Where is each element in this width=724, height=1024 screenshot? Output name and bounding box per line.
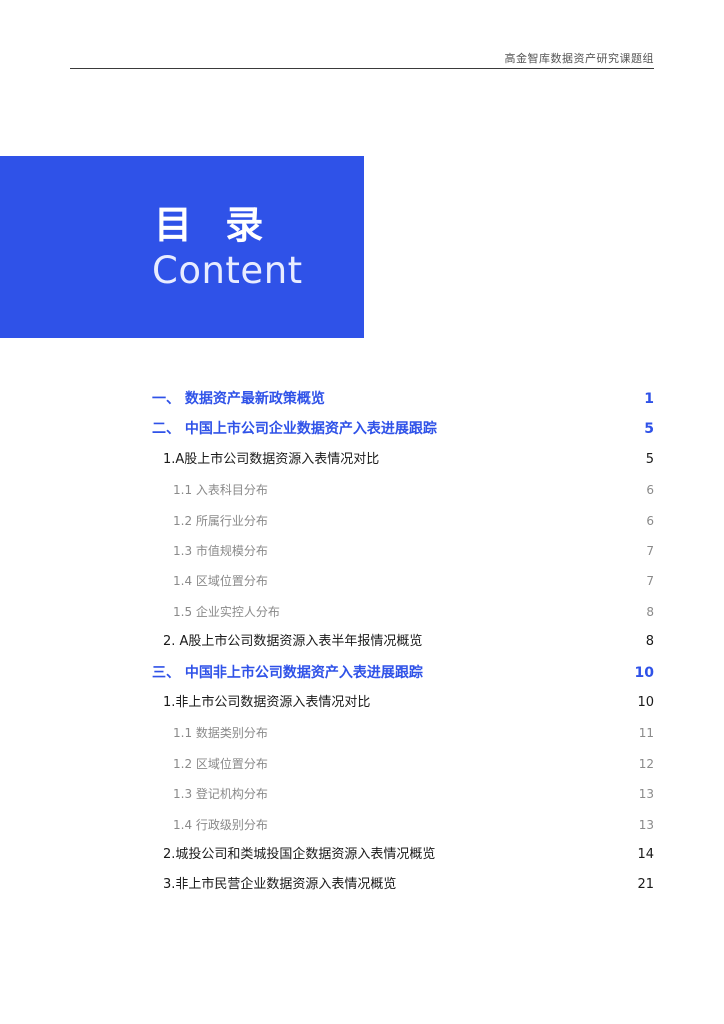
toc-entry-label: 3.非上市民营企业数据资源入表情况概览 [163,877,397,893]
toc-entry[interactable]: 1.4 行政级别分布 13 [0,810,724,840]
toc-entry-page-number: 7 [646,544,654,558]
toc-entry-page-number: 7 [646,574,654,589]
toc-entry[interactable]: 2. A股上市公司数据资源入表半年报情况概览 8 [0,627,724,657]
page-title: 目 录 [154,203,274,247]
toc-entry-page-number: 8 [645,634,654,650]
toc-entry-page-number: 6 [646,513,654,528]
toc-entry[interactable]: 三、 中国非上市公司数据资产入表进展跟踪 10 [0,658,724,688]
toc-entry-page-number: 21 [637,877,654,893]
toc-entry[interactable]: 1.非上市公司数据资源入表情况对比 10 [0,688,724,718]
header-divider [70,68,654,69]
toc-entry[interactable]: 1.3 登记机构分布 13 [0,779,724,809]
toc-entry-page-number: 8 [646,604,654,619]
toc-entry-label: 1.2 区域位置分布 [173,756,268,771]
toc-entry[interactable]: 1.1 数据类别分布 11 [0,718,724,748]
toc-entry-label: 1.1 入表科目分布 [173,483,268,498]
toc-entry-label: 二、 中国上市公司企业数据资产入表进展跟踪 [152,421,437,438]
toc-entry[interactable]: 1.A股上市公司数据资源入表情况对比 5 [0,445,724,475]
toc-entry-page-number: 10 [637,695,654,710]
toc-entry-page-number: 13 [638,787,654,802]
toc-entry[interactable]: 1.4 区域位置分布 7 [0,566,724,596]
toc-entry-page-number: 13 [638,817,654,832]
toc-entry-label: 1.4 区域位置分布 [173,574,268,589]
toc-entry[interactable]: 1.2 区域位置分布 12 [0,749,724,779]
toc-entry-label: 2. A股上市公司数据资源入表半年报情况概览 [163,634,423,650]
toc-entry-label: 2.城投公司和类城投国企数据资源入表情况概览 [163,847,436,862]
toc-entry-label: 1.非上市公司数据资源入表情况对比 [163,695,371,710]
toc-entry-label: 一、 数据资产最新政策概览 [152,391,325,407]
title-block [0,156,364,338]
toc-entry-page-number: 6 [646,483,654,498]
toc-entry-label: 1.3 登记机构分布 [173,787,268,802]
toc-entry-label: 1.3 市值规模分布 [173,544,268,558]
toc-entry-page-number: 12 [638,756,654,771]
toc-entry[interactable]: 二、 中国上市公司企业数据资产入表进展跟踪 5 [0,414,724,444]
toc-entry[interactable]: 2.城投公司和类城投国企数据资源入表情况概览 14 [0,840,724,870]
toc-entry-label: 三、 中国非上市公司数据资产入表进展跟踪 [152,664,423,681]
toc-entry[interactable]: 1.5 企业实控人分布 8 [0,597,724,627]
toc-entry[interactable]: 3.非上市民营企业数据资源入表情况概览 21 [0,870,724,900]
toc-entry-label: 1.5 企业实控人分布 [173,604,280,619]
toc-entry-label: 1.2 所属行业分布 [173,513,268,528]
toc-entry-page-number: 5 [645,451,654,467]
toc-entry-label: 1.4 行政级别分布 [173,817,268,832]
header-org-name: 高金智库数据资产研究课题组 [504,52,654,65]
toc-entry-page-number: 14 [637,847,654,862]
page-subtitle: Content [152,249,303,292]
toc-entry-label: 1.A股上市公司数据资源入表情况对比 [163,451,380,467]
toc-entry-page-number: 11 [638,726,654,741]
toc-entry-page-number: 1 [644,391,654,407]
toc-entry-page-number: 10 [634,664,654,681]
toc-entry[interactable]: 1.3 市值规模分布 7 [0,536,724,566]
toc-entry-label: 1.1 数据类别分布 [173,726,268,741]
toc-entry-page-number: 5 [644,421,654,438]
toc-entry[interactable]: 1.2 所属行业分布 6 [0,506,724,536]
toc-entry[interactable]: 一、 数据资产最新政策概览 1 [0,384,724,414]
toc-entry[interactable]: 1.1 入表科目分布 6 [0,475,724,505]
